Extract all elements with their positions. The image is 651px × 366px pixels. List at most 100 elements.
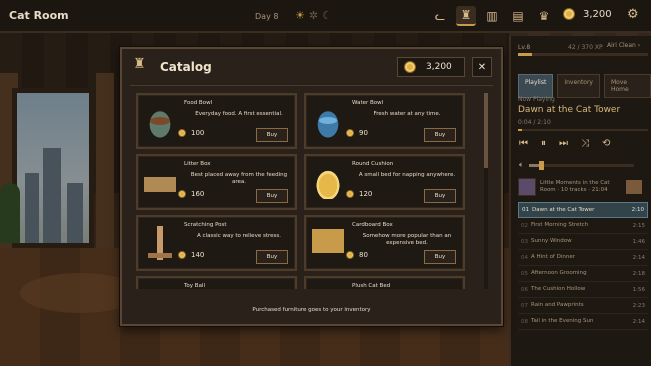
tab-inventory[interactable]: Inventory (557, 74, 600, 98)
buy-button[interactable]: Buy (256, 250, 288, 264)
catalog-item: Plush Cat Bed (304, 276, 465, 289)
track-title: A Hint of Dinner (531, 254, 575, 261)
track-row[interactable]: 06 The Cushion Hollow 1:56 (518, 282, 648, 298)
room-select[interactable]: Airi Clean › (607, 42, 640, 49)
item-price-value: 100 (191, 129, 205, 137)
food-bowl-icon (144, 104, 176, 138)
item-description: A small bed for napping anywhere. (358, 172, 456, 178)
item-price: 100 (178, 129, 204, 137)
music-tabs: Playlist Inventory Move Home (518, 74, 651, 98)
buy-button[interactable]: Buy (424, 250, 456, 264)
litter-box-icon (144, 165, 176, 199)
track-number: 05 (521, 270, 528, 277)
next-icon[interactable]: ⏭ (559, 138, 568, 149)
clipboard-icon[interactable]: ▤ (508, 6, 528, 26)
buy-button[interactable]: Buy (424, 128, 456, 142)
track-number: 02 (521, 222, 528, 229)
track-duration: 1:56 (632, 286, 645, 293)
gear-icon[interactable]: ⚙ (627, 7, 639, 22)
time-of-day-indicator: ☀ ✲ ☾ (295, 9, 332, 22)
track-row[interactable]: 01 Dawn at the Cat Tower 2:10 (518, 202, 648, 218)
track-number: 06 (521, 286, 528, 293)
cardboard-box-icon (312, 229, 344, 253)
buy-button[interactable]: Buy (256, 189, 288, 203)
track-row[interactable]: 08 Tail in the Evening Sun 2:14 (518, 314, 648, 330)
buy-button[interactable]: Buy (256, 128, 288, 142)
track-number: 03 (521, 238, 528, 245)
track-title: Afternoon Grooming (531, 270, 587, 277)
item-price-value: 80 (359, 251, 368, 259)
track-row[interactable]: 03 Sunny Window 1:46 (518, 234, 648, 250)
shuffle-icon[interactable]: ⤨ (581, 138, 589, 149)
cat-tree-icon: ♜ (133, 56, 146, 72)
track-number: 04 (521, 254, 528, 261)
track-row[interactable]: 07 Rain and Pawprints 2:23 (518, 298, 648, 314)
cat-tree-icon[interactable]: ♜ (456, 6, 476, 26)
now-playing-label: Now Playing (518, 96, 555, 103)
track-row[interactable]: 04 A Hint of Dinner 2:14 (518, 250, 648, 266)
coin-balance-value: 3,200 (583, 8, 612, 20)
track-duration: 2:14 (632, 254, 645, 261)
trophy-icon[interactable]: ♛ (534, 6, 554, 26)
volume-slider[interactable] (528, 160, 634, 170)
pause-icon[interactable]: ⏸ (541, 138, 546, 149)
album-text: Little Moments in the Cat Room · 10 trac… (540, 179, 610, 193)
day-label: Day 8 (255, 12, 279, 21)
item-name: Litter Box (184, 161, 211, 167)
track-duration: 2:15 (632, 222, 645, 229)
sparkle-icon: ✲ (308, 9, 319, 22)
track-row[interactable]: 02 First Morning Stretch 2:15 (518, 218, 648, 234)
coin-icon (178, 251, 186, 259)
item-price: 80 (346, 251, 368, 259)
coin-icon (178, 129, 186, 137)
item-name: Toy Ball (184, 283, 205, 289)
tab-move-home[interactable]: Move Home (604, 74, 651, 98)
track-title: Tail in the Evening Sun (531, 318, 594, 325)
item-price: 120 (346, 190, 372, 198)
catalog-item: Food Bowl Everyday food. A first essenti… (136, 93, 297, 149)
track-number: 01 (522, 207, 529, 213)
xp-bar (518, 53, 648, 56)
catalog-footer-note: Purchased furniture goes to your invento… (252, 307, 371, 313)
catalog-item: Litter Box Best placed away from the fee… (136, 154, 297, 210)
room-title: Cat Room (9, 9, 69, 22)
cushion-icon (312, 165, 344, 199)
item-name: Water Bowl (352, 100, 384, 106)
close-button[interactable]: ✕ (472, 57, 492, 77)
repeat-icon[interactable]: ⟲ (602, 138, 610, 149)
volume-icon: 🔈︎ (519, 160, 524, 169)
track-row[interactable]: 05 Afternoon Grooming 2:18 (518, 266, 648, 282)
item-name: Food Bowl (184, 100, 213, 106)
previous-icon[interactable]: ⏮ (519, 138, 528, 149)
book-icon[interactable]: ▥ (482, 6, 502, 26)
moon-icon: ☾ (322, 9, 332, 22)
track-title: Sunny Window (531, 238, 572, 245)
track-title: First Morning Stretch (531, 222, 589, 229)
track-number: 08 (521, 318, 528, 325)
item-description: A classic way to relieve stress. (197, 233, 281, 239)
album-art (518, 178, 536, 196)
coin-icon (563, 8, 575, 20)
cat-icon[interactable]: ᓚ (430, 6, 450, 26)
item-price: 140 (178, 251, 204, 259)
scrollbar-thumb[interactable] (484, 93, 488, 168)
playback-progress[interactable] (518, 129, 648, 131)
catalog-item: Scratching Post A classic way to relieve… (136, 215, 297, 271)
catalog-coin-value: 3,200 (426, 62, 452, 72)
tab-playlist[interactable]: Playlist (518, 74, 554, 98)
buy-button[interactable]: Buy (424, 189, 456, 203)
volume-knob[interactable] (538, 160, 544, 170)
track-duration: 2:10 (631, 207, 644, 213)
track-title: Rain and Pawprints (531, 302, 584, 309)
track-duration: 2:14 (632, 318, 645, 325)
catalog-coin-balance: 3,200 (397, 57, 465, 77)
coin-balance: 3,200 (563, 8, 612, 20)
coin-icon (404, 61, 416, 73)
track-list: 01 Dawn at the Cat Tower 2:10 02 First Morni… (518, 202, 648, 330)
track-duration: 1:46 (632, 238, 645, 245)
catalog-scrollbar[interactable] (484, 93, 488, 289)
item-name: Plush Cat Bed (352, 283, 391, 289)
item-description: Best placed away from the feeding area. (190, 172, 288, 186)
sun-icon: ☀ (295, 9, 305, 22)
track-title: Dawn at the Cat Tower (532, 206, 595, 213)
